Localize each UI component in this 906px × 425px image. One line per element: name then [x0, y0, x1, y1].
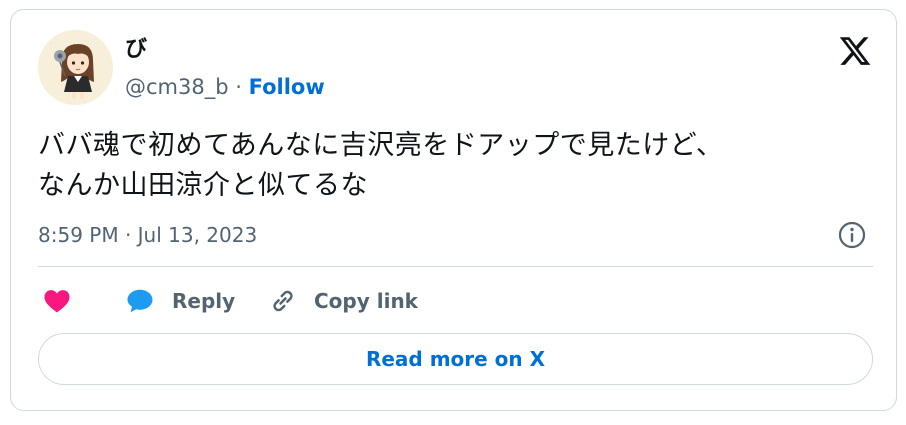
reply-label: Reply — [172, 289, 236, 313]
tweet-text: ババ魂で初めてあんなに吉沢亮をドアップで見たけど、 なんか山田涼介と似てるな — [38, 126, 878, 206]
reply-icon — [127, 289, 153, 313]
tweet-text-line: ババ魂で初めてあんなに吉沢亮をドアップで見たけど、 — [38, 130, 724, 161]
copy-link-label: Copy link — [314, 289, 418, 313]
read-more-label: Read more on X — [365, 347, 546, 371]
divider — [38, 266, 873, 267]
tweet-card: び @cm38_b · Follow ババ魂で初めてあんなに吉沢亮をドアップで見… — [10, 9, 897, 411]
read-more-button[interactable]: Read more on X — [38, 333, 873, 385]
display-name[interactable]: び — [125, 37, 147, 63]
timestamp[interactable]: 8:59 PM · Jul 13, 2023 — [38, 222, 257, 248]
anime-girl-avatar-icon — [38, 30, 113, 105]
x-logo-icon[interactable] — [838, 34, 872, 68]
handle-row: @cm38_b · Follow — [125, 74, 325, 100]
separator: · — [228, 75, 249, 99]
like-button[interactable] — [42, 284, 72, 318]
heart-icon — [44, 290, 70, 313]
reply-button[interactable]: Reply — [124, 284, 235, 318]
follow-button[interactable]: Follow — [249, 75, 325, 99]
user-handle[interactable]: @cm38_b — [125, 75, 229, 99]
avatar[interactable] — [38, 30, 113, 105]
info-icon[interactable] — [837, 220, 867, 250]
link-icon — [273, 290, 293, 312]
copy-link-button[interactable]: Copy link — [268, 284, 418, 318]
tweet-text-line: なんか山田涼介と似てるな — [38, 170, 368, 201]
